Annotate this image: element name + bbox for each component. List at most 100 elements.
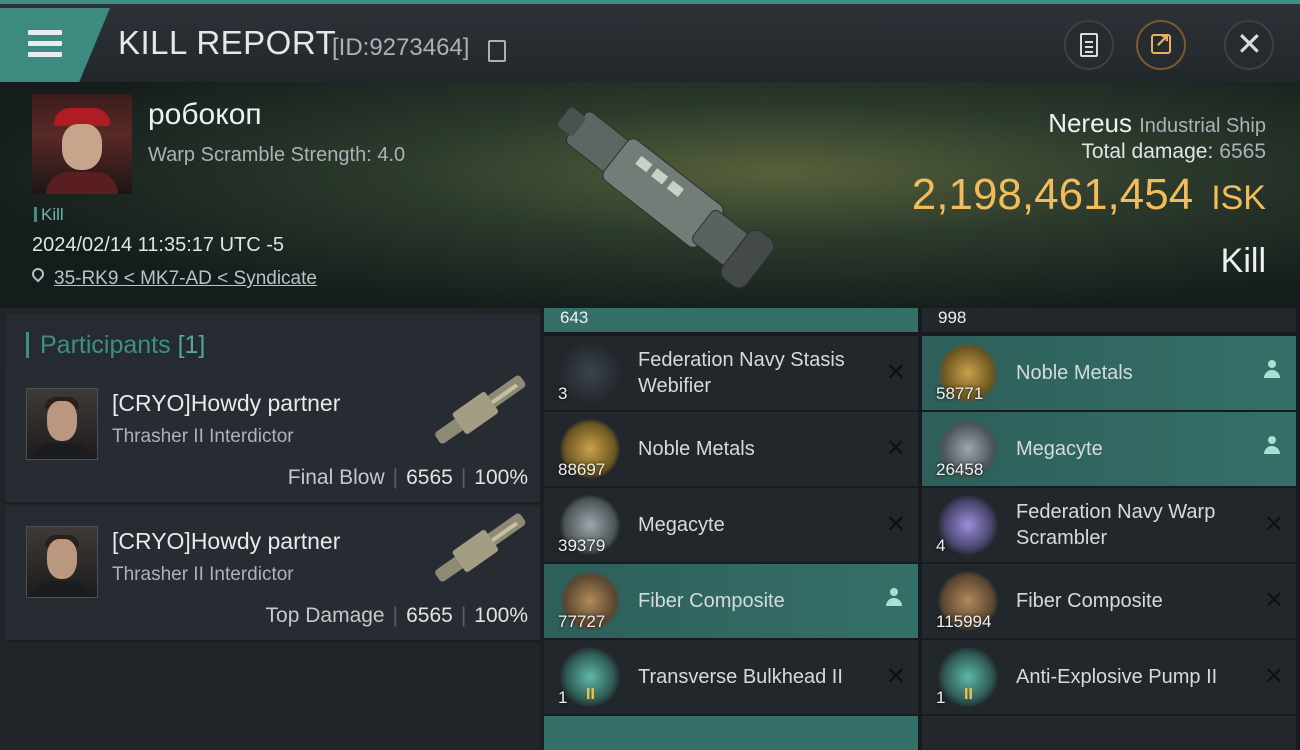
copy-id-icon[interactable] — [488, 40, 506, 62]
kill-location-link[interactable]: 35-RK9 < MK7-AD < Syndicate — [54, 268, 317, 290]
close-button[interactable]: ✕ — [1224, 20, 1274, 70]
total-damage: Total damage: 6565 — [1081, 140, 1266, 164]
item-name: Noble Metals — [1016, 362, 1133, 384]
item-quantity: 1 — [936, 688, 946, 707]
item-quantity: 26458 — [936, 460, 984, 479]
participant-stats: Top Damage | 6565 | 100% — [265, 604, 528, 627]
share-icon — [1151, 30, 1171, 54]
tech-level-icon: II — [586, 686, 595, 703]
dropped-person-icon — [1264, 360, 1280, 382]
item-quantity: 3 — [558, 384, 568, 403]
item-quantity: 643 — [560, 308, 589, 327]
item-quantity: 4 — [936, 536, 946, 555]
participant-percent: 100% — [474, 604, 528, 627]
destroyed-icon: ✕ — [1263, 587, 1284, 614]
clipboard-icon — [1080, 33, 1098, 57]
participant-name: [CRYO]Howdy partner — [112, 390, 341, 416]
kill-datetime: 2024/02/14 11:35:17 UTC -5 — [32, 234, 285, 256]
victim-ship: Nereus Industrial Ship — [1048, 108, 1266, 139]
participant-avatar[interactable] — [26, 526, 98, 598]
item-row[interactable]: 77727 Fiber Composite — [544, 564, 918, 638]
item-row[interactable]: 39379 Megacyte ✕ — [544, 488, 918, 562]
participants-title: Participants — [40, 331, 171, 359]
tech-level-icon: II — [964, 686, 973, 703]
dropped-person-icon — [886, 588, 902, 610]
participants-panel: Participants [1] [CRYO]Howdy partner Thr… — [0, 308, 540, 750]
item-row-partial[interactable]: 643 — [544, 308, 918, 332]
participant-percent: 100% — [474, 466, 528, 489]
item-quantity: 58771 — [936, 384, 984, 403]
item-row[interactable]: 3 Federation Navy Stasis Webifier ✕ — [544, 336, 918, 410]
participant-stats: Final Blow | 6565 | 100% — [287, 466, 528, 489]
item-name: Megacyte — [1016, 438, 1103, 460]
clipboard-button[interactable] — [1064, 20, 1114, 70]
item-row[interactable]: 4 Federation Navy Warp Scrambler ✕ — [922, 488, 1296, 562]
victim-portrait[interactable] — [32, 94, 132, 194]
dropped-person-icon — [1264, 436, 1280, 458]
page-title: KILL REPORT — [118, 24, 337, 61]
participant-damage: 6565 — [406, 466, 453, 489]
item-quantity: 39379 — [558, 536, 606, 555]
close-icon: ✕ — [1236, 26, 1263, 62]
item-row[interactable]: II 1 Anti-Explosive Pump II ✕ — [922, 640, 1296, 714]
item-name: Fiber Composite — [1016, 590, 1163, 612]
total-damage-label: Total damage: — [1081, 140, 1214, 163]
share-button[interactable] — [1136, 20, 1186, 70]
victim-ship-class: Industrial Ship — [1139, 115, 1266, 137]
item-name: Megacyte — [638, 514, 725, 536]
participant-row[interactable]: [CRYO]Howdy partner Thrasher II Interdic… — [6, 506, 540, 642]
destroyed-icon: ✕ — [885, 511, 906, 538]
item-row[interactable]: 26458 Megacyte — [922, 412, 1296, 486]
participants-header: Participants [1] — [6, 314, 540, 374]
item-name: Fiber Composite — [638, 590, 785, 612]
participants-count: [1] — [177, 331, 206, 359]
kill-report-header: KILL REPORT [ID:9273464] ✕ — [0, 0, 1300, 82]
stasis-webifier-icon — [560, 343, 620, 403]
item-row[interactable]: 88697 Noble Metals ✕ — [544, 412, 918, 486]
total-damage-value: 6565 — [1219, 140, 1266, 163]
warp-scrambler-icon — [938, 495, 998, 555]
item-name: Federation Navy Stasis Webifier — [638, 349, 845, 397]
item-name: Noble Metals — [638, 438, 755, 460]
isk-amount: 2,198,461,454 — [911, 170, 1194, 219]
item-name: Federation Navy Warp Scrambler — [1016, 501, 1216, 549]
item-row[interactable]: II 1 Transverse Bulkhead II ✕ — [544, 640, 918, 714]
participant-avatar[interactable] — [26, 388, 98, 460]
item-name: Anti-Explosive Pump II — [1016, 666, 1218, 688]
item-row-partial[interactable] — [922, 716, 1296, 750]
victim-pilot-name: робокоп — [148, 98, 262, 131]
participant-ship-image — [435, 513, 526, 582]
location-pin-icon — [29, 265, 47, 283]
report-id: [ID:9273464] — [332, 34, 470, 61]
item-row-partial[interactable] — [544, 716, 918, 750]
item-quantity: 115994 — [936, 612, 992, 631]
items-grid: 643 998 3 Federation Navy Stasis Webifie… — [544, 308, 1300, 750]
participant-ship: Thrasher II Interdictor — [112, 564, 294, 585]
participant-ship: Thrasher II Interdictor — [112, 426, 294, 447]
item-quantity: 1 — [558, 688, 568, 707]
warp-scramble-strength: Warp Scramble Strength: 4.0 — [148, 144, 406, 166]
participant-row[interactable]: [CRYO]Howdy partner Thrasher II Interdic… — [6, 368, 540, 504]
destroyed-icon: ✕ — [1263, 663, 1284, 690]
destroyed-icon: ✕ — [885, 359, 906, 386]
item-name: Transverse Bulkhead II — [638, 666, 843, 688]
participant-ship-image — [435, 375, 526, 444]
item-row[interactable]: 115994 Fiber Composite ✕ — [922, 564, 1296, 638]
victim-ship-name: Nereus — [1048, 108, 1133, 138]
destroyed-icon: ✕ — [885, 435, 906, 462]
destroyed-icon: ✕ — [885, 663, 906, 690]
hamburger-menu-icon — [28, 30, 62, 60]
item-row[interactable]: 58771 Noble Metals — [922, 336, 1296, 410]
isk-value: 2,198,461,454 ISK — [912, 170, 1266, 220]
item-quantity: 88697 — [558, 460, 606, 479]
victim-ship-image — [558, 107, 775, 289]
isk-unit: ISK — [1211, 179, 1266, 217]
menu-button[interactable] — [0, 8, 110, 82]
destroyed-icon: ✕ — [1263, 511, 1284, 538]
participant-role: Final Blow — [287, 466, 385, 489]
kill-tag: Kill — [34, 205, 64, 225]
item-quantity: 77727 — [558, 612, 606, 631]
item-row-partial[interactable]: 998 — [922, 308, 1296, 332]
kill-result: Kill — [1220, 242, 1266, 280]
participant-role: Top Damage — [265, 604, 385, 627]
